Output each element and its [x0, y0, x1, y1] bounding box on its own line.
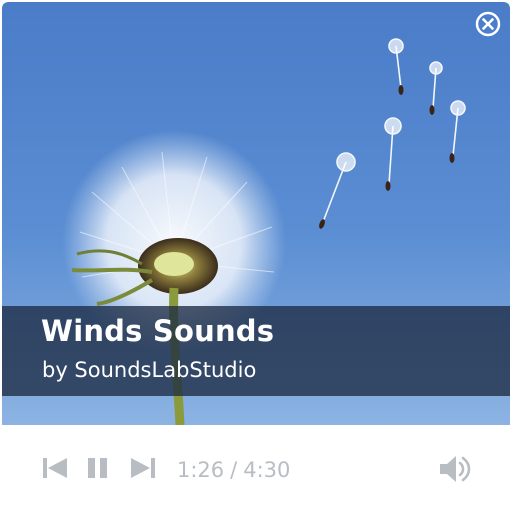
- time-separator: /: [230, 458, 238, 482]
- audio-player-card: Winds Sounds by SoundsLabStudio 1:26/4:3…: [2, 2, 510, 510]
- current-time: 1:26: [177, 458, 225, 482]
- skip-next-icon: [131, 458, 155, 478]
- close-circle-icon: [475, 11, 501, 37]
- volume-button[interactable]: [438, 453, 472, 485]
- pause-button[interactable]: [86, 457, 110, 479]
- previous-button[interactable]: [42, 457, 68, 479]
- close-button[interactable]: [475, 11, 501, 37]
- player-controls: 1:26/4:30: [2, 425, 510, 510]
- skip-previous-icon: [43, 458, 67, 478]
- track-title: Winds Sounds: [41, 314, 275, 348]
- total-duration: 4:30: [243, 458, 291, 482]
- volume-icon: [440, 456, 471, 482]
- playback-time: 1:26/4:30: [177, 458, 290, 482]
- track-artist: by SoundsLabStudio: [42, 358, 257, 382]
- track-info-overlay: Winds Sounds by SoundsLabStudio: [2, 306, 510, 396]
- pause-icon: [88, 458, 107, 478]
- next-button[interactable]: [130, 457, 156, 479]
